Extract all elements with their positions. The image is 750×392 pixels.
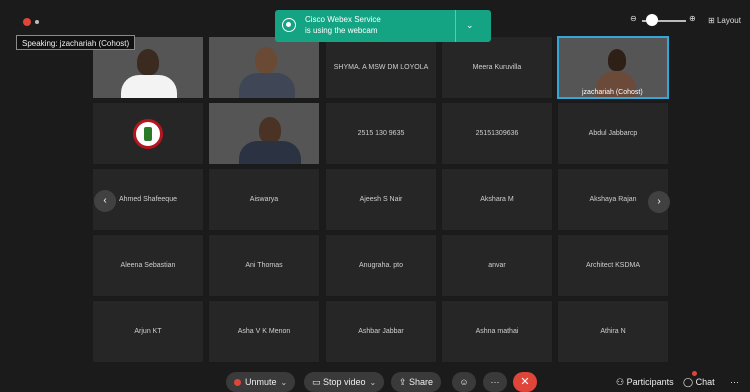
participant-name: Ajeesh S Nair: [359, 196, 403, 203]
stop-video-button[interactable]: ▭ Stop video ⌄: [304, 372, 385, 392]
close-icon: ✕: [520, 376, 530, 388]
participant-tile[interactable]: Meera Kuruvilla: [441, 36, 553, 99]
zoom-out-icon[interactable]: ⊖: [630, 14, 637, 23]
participants-button[interactable]: ⚇ Participants: [616, 374, 674, 390]
meeting-controls-bar: Unmute ⌄ ▭ Stop video ⌄ ⇪ Share ☺ ··· ✕ ⚇ …: [0, 370, 750, 392]
zoom-slider-knob[interactable]: [646, 14, 658, 26]
participant-name: Ashbar Jabbar: [358, 328, 404, 335]
participant-name: Meera Kuruvilla: [472, 64, 522, 71]
unmute-label: Unmute: [245, 377, 277, 387]
participant-tile[interactable]: Ashna mathai: [441, 300, 553, 363]
speaking-indicator: Speaking: jzachariah (Cohost): [16, 35, 136, 50]
participant-tile[interactable]: Architect KSDMA: [557, 234, 669, 297]
chevron-right-icon: ›: [657, 196, 661, 207]
share-label: Share: [409, 377, 434, 387]
share-icon: ⇪: [399, 377, 410, 387]
participant-name: 25151309636: [475, 130, 519, 137]
people-icon: ⚇: [616, 377, 627, 387]
participant-figure: [259, 117, 281, 143]
video-camera-icon: ▭: [312, 377, 324, 387]
participant-tile[interactable]: Ani Thomas: [208, 234, 320, 297]
participant-figure: [608, 49, 626, 71]
participant-name: anvar: [488, 262, 506, 269]
participant-name: Anugraha. pto: [359, 262, 403, 269]
layout-label: Layout: [716, 16, 741, 25]
layout-button[interactable]: ⊞ Layout: [706, 13, 741, 29]
chevron-left-icon: ‹: [103, 195, 107, 206]
notification-line-2: is using the webcam: [305, 26, 378, 35]
webcam-icon: [282, 18, 296, 32]
participant-tile[interactable]: Ashbar Jabbar: [325, 300, 437, 363]
previous-page-button[interactable]: ‹: [94, 190, 116, 212]
participant-name: Architect KSDMA: [585, 262, 641, 269]
chevron-down-icon[interactable]: ⌄: [466, 18, 474, 32]
participant-tile[interactable]: Asha V K Menon: [208, 300, 320, 363]
status-dot-icon: [35, 20, 39, 24]
participant-tile[interactable]: Arjun KT: [92, 300, 204, 363]
participant-tile[interactable]: Abdul Jabbarcp: [557, 102, 669, 165]
participant-tile[interactable]: Aiswarya: [208, 168, 320, 231]
participant-name: SHYMA. A MSW DM LOYOLA: [333, 64, 429, 71]
more-options-button[interactable]: ···: [483, 372, 507, 392]
overflow-menu-button[interactable]: ···: [730, 374, 739, 390]
zoom-in-icon[interactable]: ⊕: [689, 14, 696, 23]
participant-tile[interactable]: 2515 130 9635: [325, 102, 437, 165]
participant-grid: SHYMA. A MSW DM LOYOLA Meera Kuruvilla j…: [92, 36, 674, 367]
stop-video-label: Stop video: [323, 377, 366, 387]
participant-name: 2515 130 9635: [357, 130, 405, 137]
participant-video-tile[interactable]: [208, 102, 320, 165]
chat-bubble-icon: ◯: [683, 377, 696, 387]
participant-name: Arjun KT: [134, 328, 162, 335]
participant-name: Ashna mathai: [475, 328, 519, 335]
leave-meeting-button[interactable]: ✕: [513, 372, 537, 392]
participant-name: Akshaya Rajan: [589, 196, 637, 203]
participant-figure: [239, 73, 295, 98]
participant-name: Ahmed Shafeeque: [119, 196, 177, 203]
organization-logo: [133, 118, 163, 149]
top-bar: Cisco Webex Service is using the webcam …: [0, 0, 750, 42]
participant-tile[interactable]: Anugraha. pto: [325, 234, 437, 297]
participant-tile[interactable]: 25151309636: [441, 102, 553, 165]
microphone-muted-icon: [234, 379, 241, 387]
participant-video-tile-active[interactable]: jzachariah (Cohost): [557, 36, 669, 99]
chevron-down-icon[interactable]: ⌄: [370, 378, 377, 387]
smiley-icon: ☺: [459, 377, 469, 387]
recording-indicator-icon[interactable]: [23, 18, 31, 26]
participant-tile[interactable]: Athira N: [557, 300, 669, 363]
participant-name: Abdul Jabbarcp: [588, 130, 638, 137]
participant-figure: [137, 49, 159, 75]
participant-figure: [239, 141, 301, 164]
chevron-down-icon[interactable]: ⌄: [281, 378, 288, 387]
participant-tile[interactable]: anvar: [441, 234, 553, 297]
participant-name: Akshara M: [480, 196, 514, 203]
webcam-notification[interactable]: Cisco Webex Service is using the webcam …: [275, 10, 491, 42]
participant-figure: [255, 47, 277, 73]
webex-meeting-window: Cisco Webex Service is using the webcam …: [0, 0, 750, 392]
participant-figure: [121, 75, 177, 98]
participant-name: Ani Thomas: [245, 262, 283, 269]
participant-name: Asha V K Menon: [237, 328, 291, 335]
participant-tile[interactable]: SHYMA. A MSW DM LOYOLA: [325, 36, 437, 99]
participants-label: Participants: [626, 377, 674, 387]
participant-name: Aiswarya: [249, 196, 279, 203]
participant-name: Athira N: [600, 328, 626, 335]
grid-icon: ⊞: [708, 16, 717, 25]
notification-divider: [455, 10, 456, 42]
participant-name: Aleena Sebastian: [120, 262, 176, 269]
reactions-button[interactable]: ☺: [452, 372, 476, 392]
participant-tile[interactable]: Ajeesh S Nair: [325, 168, 437, 231]
participant-name: jzachariah (Cohost): [582, 89, 643, 96]
participant-tile[interactable]: Akshara M: [441, 168, 553, 231]
participant-video-tile[interactable]: [208, 36, 320, 99]
unmute-button[interactable]: Unmute ⌄: [226, 372, 296, 392]
chat-label: Chat: [695, 377, 715, 387]
next-page-button[interactable]: ›: [648, 191, 670, 213]
participant-tile[interactable]: [92, 102, 204, 165]
chat-button[interactable]: ◯ Chat: [683, 374, 715, 390]
participant-tile[interactable]: Aleena Sebastian: [92, 234, 204, 297]
zoom-control[interactable]: ⊖ ⊕: [628, 12, 700, 30]
notification-line-1: Cisco Webex Service: [305, 15, 381, 24]
share-button[interactable]: ⇪ Share: [391, 372, 442, 392]
